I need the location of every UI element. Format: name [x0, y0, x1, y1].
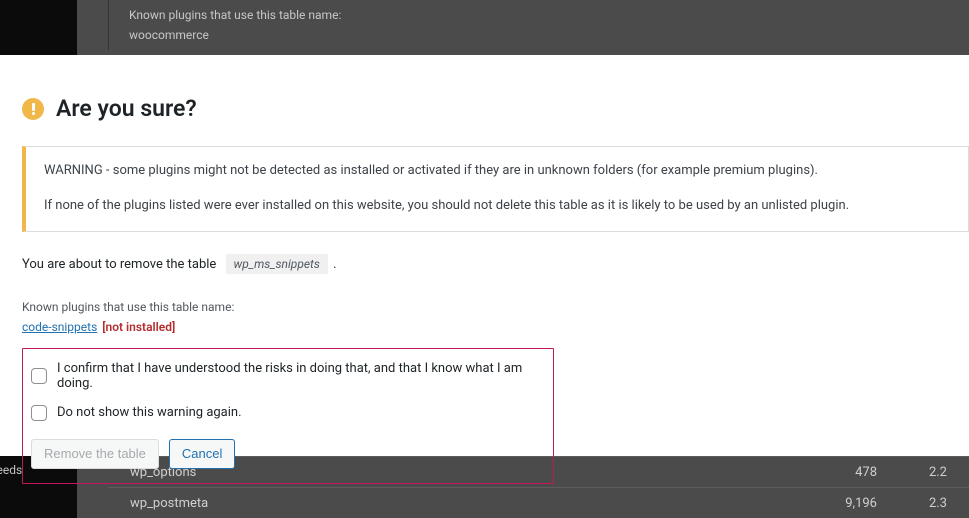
actions-panel: I confirm that I have understood the ris… — [22, 348, 554, 484]
table-cell-size: 2.3 — [917, 496, 947, 511]
about-suffix: . — [333, 257, 336, 272]
table-cell-name: wp_postmeta — [130, 496, 797, 511]
table-cell-count: 9,196 — [797, 496, 917, 511]
dontshow-checkbox-label: Do not show this warning again. — [57, 405, 242, 420]
table-name-chip: wp_ms_snippets — [226, 254, 328, 274]
confirm-checkbox[interactable] — [31, 368, 47, 384]
backdrop-known-label: Known plugins that use this table name: — [129, 8, 949, 22]
about-to-remove-line: You are about to remove the table wp_ms_… — [22, 254, 969, 274]
backdrop-top-text: Known plugins that use this table name: … — [108, 0, 969, 50]
plugin-line: code-snippets [not installed] — [22, 320, 969, 334]
about-prefix: You are about to remove the table — [22, 257, 216, 272]
table-row: wp_postmeta 9,196 2.3 — [108, 487, 969, 518]
remove-table-button[interactable]: Remove the table — [31, 439, 159, 469]
warning-text-2: If none of the plugins listed were ever … — [44, 196, 950, 217]
confirm-checkbox-row[interactable]: I confirm that I have understood the ris… — [31, 361, 539, 391]
dontshow-checkbox-row[interactable]: Do not show this warning again. — [31, 405, 539, 421]
dontshow-checkbox[interactable] — [31, 405, 47, 421]
dialog-header: Are you sure? — [0, 55, 969, 146]
table-cell-size: 2.2 — [917, 465, 947, 480]
backdrop-sidebar-top — [0, 0, 77, 55]
cancel-button[interactable]: Cancel — [169, 439, 235, 469]
not-installed-badge: [not installed] — [102, 320, 175, 334]
backdrop-top: Known plugins that use this table name: … — [0, 0, 969, 55]
confirm-checkbox-label: I confirm that I have understood the ris… — [57, 361, 539, 391]
plugin-link[interactable]: code-snippets — [22, 320, 97, 334]
warning-text-1: WARNING - some plugins might not be dete… — [44, 161, 950, 182]
known-plugins-label: Known plugins that use this table name: — [22, 300, 969, 314]
warning-banner: WARNING - some plugins might not be dete… — [22, 146, 969, 232]
table-cell-count: 478 — [797, 465, 917, 480]
confirm-dialog: Are you sure? WARNING - some plugins mig… — [0, 55, 969, 456]
button-row: Remove the table Cancel — [31, 439, 539, 469]
dialog-title: Are you sure? — [56, 95, 197, 122]
backdrop-plugin: woocommerce — [129, 28, 949, 42]
sidebar-item-feeds: Feeds — [0, 463, 22, 477]
warning-icon — [22, 98, 44, 120]
